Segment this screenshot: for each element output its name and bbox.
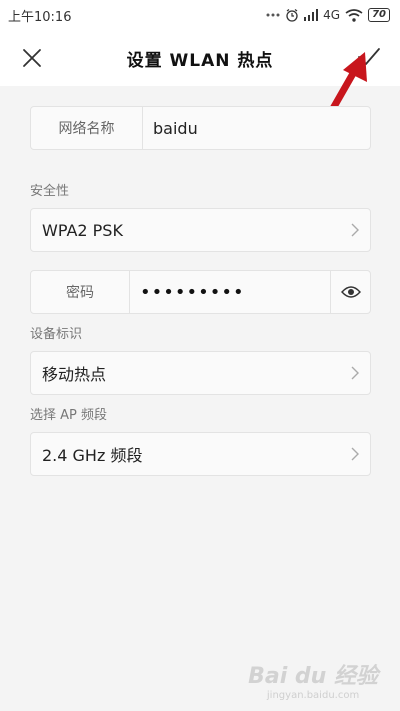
password-row: 密码 ••••••••• [30,270,371,314]
status-icons: 4G 70 [266,8,390,22]
battery-indicator: 70 [368,8,390,22]
watermark: Bai du 经验 jingyan.baidu.com [248,658,378,701]
network-type: 4G [323,8,341,22]
close-icon [23,49,41,67]
device-id-value: 移动热点 [42,365,107,384]
dots-icon [266,12,280,18]
device-id-section-label: 设备标识 [30,327,83,342]
eye-icon [340,286,361,298]
network-name-row: 网络名称 baidu [30,106,371,150]
alarm-icon [285,8,299,22]
show-password-toggle[interactable] [330,271,370,313]
network-name-label: 网络名称 [31,107,143,149]
security-selector[interactable]: WPA2 PSK [30,208,371,252]
confirm-button[interactable] [354,42,384,72]
device-id-selector[interactable]: 移动热点 [30,351,371,395]
status-time: 上午10:16 [8,9,72,25]
header-bar: 设置 WLAN 热点 [0,30,400,86]
ap-band-section-label: 选择 AP 频段 [30,408,107,423]
chevron-right-icon [340,433,370,475]
password-value: ••••••••• [140,281,245,303]
security-value: WPA2 PSK [42,220,123,240]
ap-band-value: 2.4 GHz 频段 [42,446,143,465]
chevron-right-icon [340,352,370,394]
ap-band-selector[interactable]: 2.4 GHz 频段 [30,432,371,476]
close-button[interactable] [18,44,46,72]
checkmark-icon [358,48,380,65]
signal-icon [304,9,319,21]
password-label: 密码 [31,271,130,313]
wifi-icon [345,8,363,22]
status-bar: 上午10:16 4G 70 [0,0,400,30]
page-title: 设置 WLAN 热点 [126,50,274,71]
password-input[interactable]: ••••••••• [130,271,330,313]
network-name-input[interactable]: baidu [143,107,370,149]
chevron-right-icon [340,209,370,251]
watermark-logo: Bai du 经验 [248,664,378,689]
watermark-url: jingyan.baidu.com [266,690,360,701]
security-section-label: 安全性 [30,184,70,199]
